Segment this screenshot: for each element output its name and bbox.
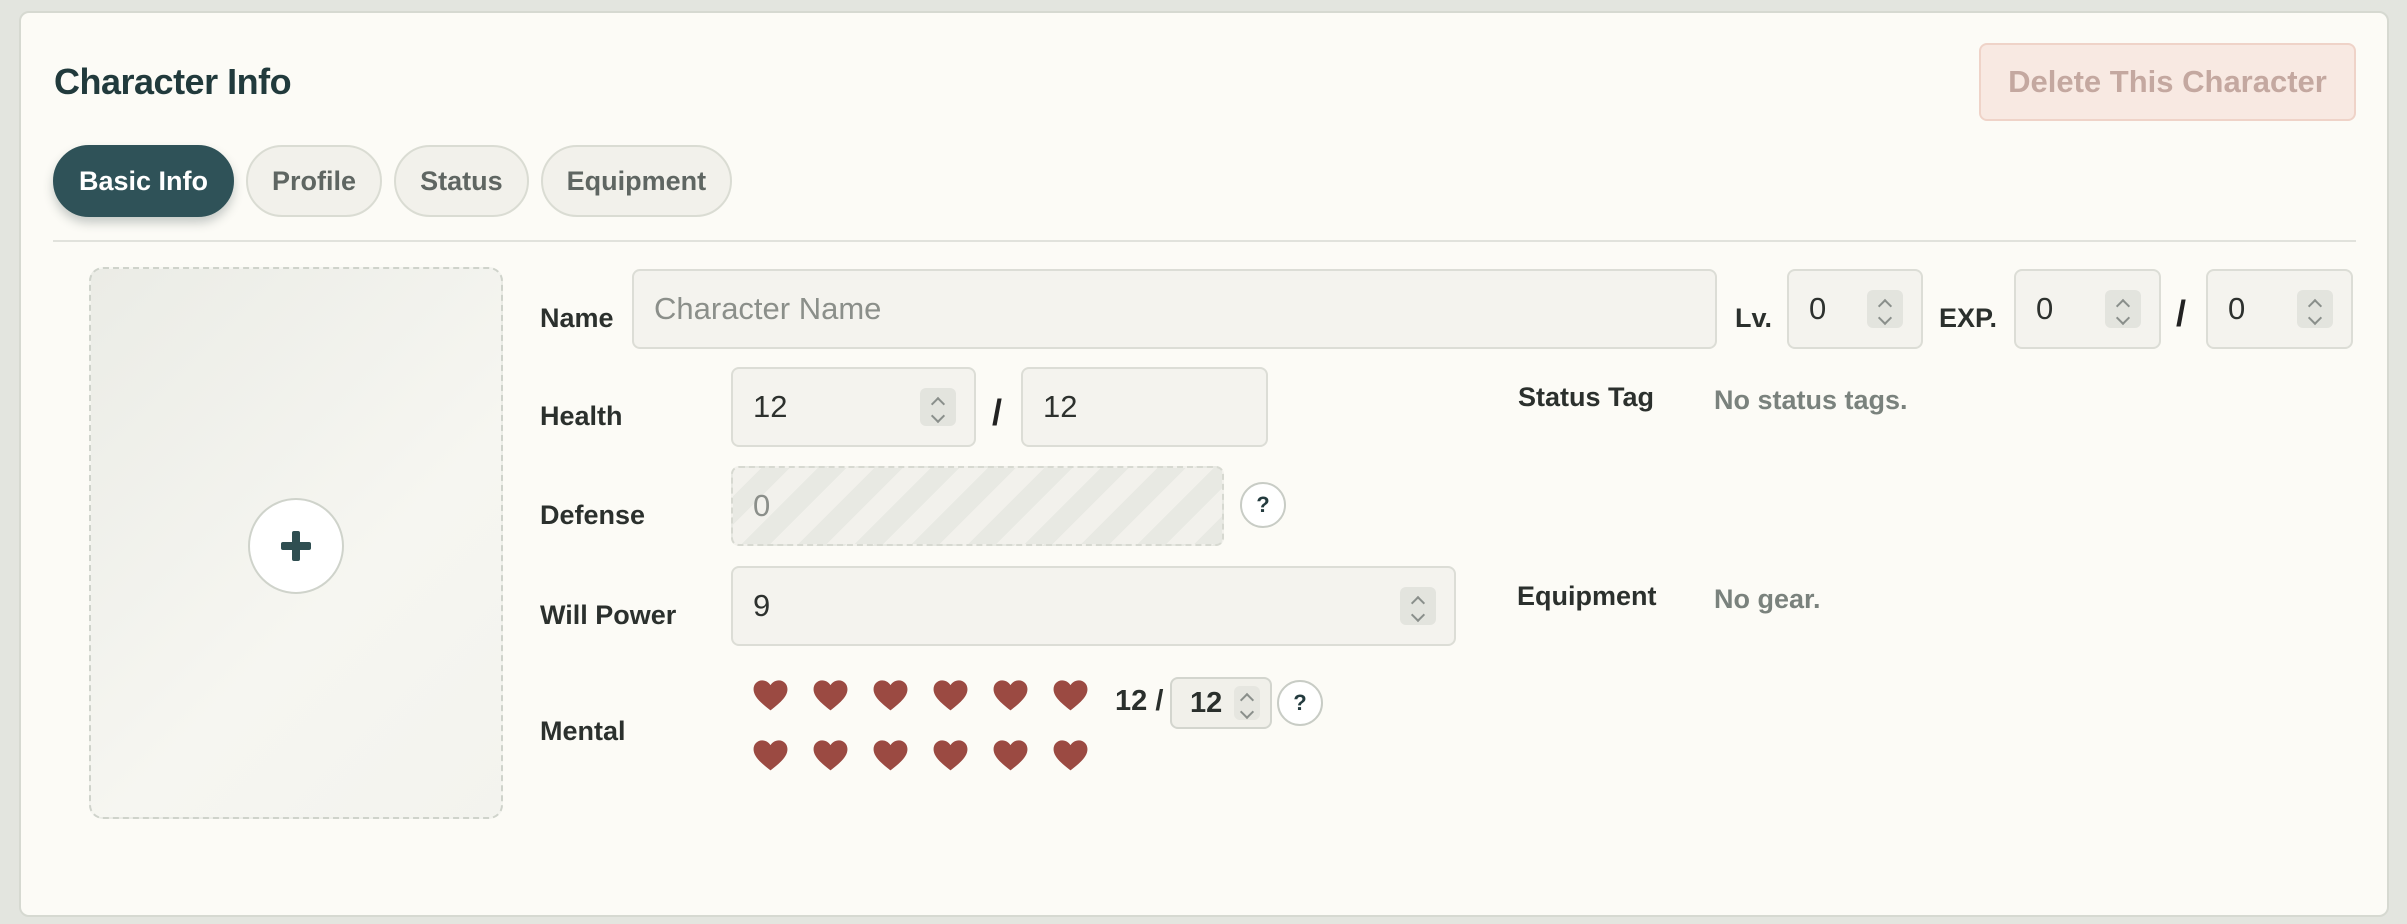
name-placeholder: Character Name [654, 291, 882, 326]
will-power-stepper[interactable] [1400, 587, 1436, 625]
mental-label: Mental [540, 716, 626, 746]
exp-current-value: 0 [2036, 291, 2054, 326]
defense-label: Defense [540, 500, 646, 530]
heart-icon[interactable] [812, 677, 849, 713]
mental-count: 12 / [1115, 685, 1164, 717]
exp-current-input[interactable]: 0 [2014, 269, 2161, 349]
plus-icon [281, 531, 311, 561]
divider [53, 240, 2356, 242]
heart-icon[interactable] [932, 737, 969, 773]
defense-input: 0 [731, 466, 1224, 546]
delete-character-button[interactable]: Delete This Character [1979, 43, 2356, 121]
heart-icon[interactable] [872, 737, 909, 773]
mental-hearts [752, 677, 1112, 797]
portrait-upload-area[interactable] [89, 267, 503, 819]
tab-equipment[interactable]: Equipment [540, 145, 733, 217]
mental-max-stepper[interactable] [1234, 686, 1260, 720]
heart-row [752, 737, 1112, 781]
heart-icon[interactable] [992, 737, 1029, 773]
level-input[interactable]: 0 [1787, 269, 1923, 349]
health-max-input[interactable]: 12 [1021, 367, 1268, 447]
will-power-input[interactable]: 9 [731, 566, 1456, 646]
level-label: Lv. [1735, 303, 1773, 333]
heart-icon[interactable] [812, 737, 849, 773]
page-title: Character Info [54, 61, 292, 102]
level-stepper[interactable] [1867, 290, 1903, 328]
will-power-label: Will Power [540, 600, 677, 630]
chevron-down-icon [1239, 704, 1255, 720]
chevron-down-icon [930, 408, 946, 424]
heart-icon[interactable] [752, 737, 789, 773]
equipment-empty: No gear. [1714, 584, 1821, 614]
name-label: Name [540, 303, 614, 333]
will-power-value: 9 [753, 588, 771, 623]
mental-help-icon[interactable]: ? [1277, 680, 1323, 726]
exp-separator: / [2176, 293, 2187, 334]
mental-max-input[interactable]: 12 [1170, 677, 1272, 729]
heart-icon[interactable] [752, 677, 789, 713]
equipment-label: Equipment [1517, 581, 1657, 611]
health-current-input[interactable]: 12 [731, 367, 976, 447]
exp-current-stepper[interactable] [2105, 290, 2141, 328]
heart-icon[interactable] [1052, 737, 1089, 773]
heart-row [752, 677, 1112, 721]
name-input[interactable]: Character Name [632, 269, 1717, 349]
chevron-down-icon [1877, 310, 1893, 326]
heart-icon[interactable] [1052, 677, 1089, 713]
tab-bar: Basic Info Profile Status Equipment [53, 145, 733, 219]
add-portrait-button[interactable] [248, 498, 344, 594]
chevron-down-icon [1410, 607, 1426, 623]
health-max-value: 12 [1043, 389, 1078, 424]
exp-max-input[interactable]: 0 [2206, 269, 2353, 349]
health-separator: / [992, 392, 1003, 433]
tab-basic-info[interactable]: Basic Info [53, 145, 235, 217]
mental-max-value: 12 [1190, 686, 1223, 719]
chevron-down-icon [2115, 310, 2131, 326]
status-tag-label: Status Tag [1518, 382, 1655, 412]
exp-label: EXP. [1939, 303, 1998, 333]
exp-max-value: 0 [2228, 291, 2246, 326]
status-tag-empty: No status tags. [1714, 385, 1908, 415]
tab-status[interactable]: Status [394, 145, 529, 217]
defense-value: 0 [753, 488, 771, 523]
character-info-panel: Character Info Delete This Character Bas… [19, 11, 2389, 917]
health-stepper[interactable] [920, 388, 956, 426]
heart-icon[interactable] [992, 677, 1029, 713]
defense-help-icon[interactable]: ? [1240, 482, 1286, 528]
level-value: 0 [1809, 291, 1827, 326]
health-label: Health [540, 401, 623, 431]
heart-icon[interactable] [932, 677, 969, 713]
heart-icon[interactable] [872, 677, 909, 713]
exp-max-stepper[interactable] [2297, 290, 2333, 328]
health-current-value: 12 [753, 389, 788, 424]
tab-profile[interactable]: Profile [246, 145, 383, 217]
chevron-down-icon [2307, 310, 2323, 326]
